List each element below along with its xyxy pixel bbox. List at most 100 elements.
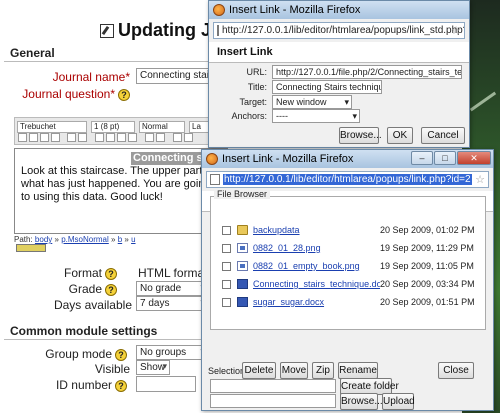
indent-icon[interactable] [128, 133, 137, 142]
file-row[interactable]: Connecting_stairs_technique.docx 20 Sep … [222, 277, 475, 291]
png-icon [237, 261, 248, 271]
window-title: Insert Link - Mozilla Firefox [222, 153, 354, 165]
font-select[interactable]: Trebuchet [17, 121, 87, 133]
file-name[interactable]: 0882_01_28.png [253, 243, 380, 253]
unordered-list-icon[interactable] [106, 133, 115, 142]
file-date: 20 Sep 2009, 03:34 PM [380, 279, 475, 289]
file-checkbox[interactable] [222, 225, 231, 235]
rename-button[interactable]: Rename [338, 362, 378, 379]
grade-label-text: Grade [68, 282, 102, 296]
journal-question-label: Journal question*? [22, 87, 130, 101]
help-icon[interactable]: ? [105, 267, 117, 280]
zip-button[interactable]: Zip [312, 362, 334, 379]
rtl-icon[interactable] [78, 133, 87, 142]
days-available-select[interactable]: 7 days [136, 296, 208, 311]
path-item[interactable]: body [35, 235, 52, 244]
browse-button[interactable]: Browse... [339, 127, 382, 144]
hr-icon[interactable] [173, 133, 182, 142]
insert-link-window-std: Insert Link - Mozilla Firefox http://127… [208, 0, 470, 148]
id-number-input[interactable] [136, 376, 196, 392]
maximize-icon[interactable]: □ [434, 151, 456, 165]
file-browser-legend: File Browser [214, 189, 271, 199]
upload-file-input[interactable] [210, 394, 336, 408]
cancel-button[interactable]: Cancel [421, 127, 465, 144]
browse-button[interactable]: Browse... [340, 393, 383, 410]
help-icon[interactable]: ? [115, 379, 127, 392]
visible-select[interactable]: Show [136, 360, 170, 375]
page-icon [217, 25, 219, 36]
grade-select[interactable]: No grade [136, 281, 208, 296]
format-label: Format? [64, 266, 117, 280]
window-titlebar[interactable]: Insert Link - Mozilla Firefox – □ ✕ [202, 150, 493, 168]
align-center-icon[interactable] [29, 133, 38, 142]
close-icon[interactable]: ✕ [457, 151, 491, 165]
editor-help-icons[interactable] [16, 244, 46, 252]
anchors-label: Anchors: [231, 111, 267, 121]
target-select[interactable]: New window [272, 95, 352, 109]
ok-button[interactable]: OK [387, 127, 413, 144]
group-mode-select[interactable]: No groups [136, 345, 208, 360]
anchors-select[interactable]: ---- [272, 109, 360, 123]
close-button[interactable]: Close [438, 362, 474, 379]
address-bar[interactable]: http://127.0.0.1/lib/editor/htmlarea/pop… [213, 22, 465, 39]
common-divider [4, 339, 214, 340]
help-icon[interactable]: ? [115, 348, 127, 361]
file-date: 19 Sep 2009, 11:29 PM [380, 243, 474, 253]
ordered-list-icon[interactable] [95, 133, 104, 142]
path-item[interactable]: u [131, 235, 135, 244]
id-number-label: ID number? [56, 378, 127, 392]
title-field[interactable]: Connecting Stairs technique [272, 80, 382, 94]
path-sep: » [111, 235, 116, 244]
file-name[interactable]: 0882_01_empty_book.png [253, 261, 380, 271]
address-bar[interactable]: http://127.0.0.1/lib/editor/htmlarea/pop… [206, 171, 489, 188]
minimize-icon[interactable]: – [411, 151, 433, 165]
file-name[interactable]: backupdata [253, 225, 380, 235]
align-left-icon[interactable] [18, 133, 27, 142]
size-select[interactable]: 1 (8 pt) [91, 121, 135, 133]
file-name[interactable]: sugar_sugar.docx [253, 297, 380, 307]
docx-icon [237, 297, 248, 307]
anchor-icon[interactable] [184, 133, 193, 142]
title-label: Title: [247, 82, 267, 92]
file-row[interactable]: 0882_01_28.png 19 Sep 2009, 11:29 PM [222, 241, 474, 255]
bg-color-icon[interactable] [156, 133, 165, 142]
style-select[interactable]: Normal [139, 121, 185, 133]
path-sep: » [54, 235, 59, 244]
text-color-icon[interactable] [145, 133, 154, 142]
id-number-label-text: ID number [55, 378, 112, 392]
star-icon[interactable]: ☆ [451, 24, 461, 37]
path-prefix: Path: [14, 235, 33, 244]
path-item[interactable]: p.MsoNormal [61, 235, 109, 244]
editor-path-bar: Path: body » p.MsoNormal » b » u [14, 235, 136, 244]
help-icon[interactable]: ? [118, 88, 130, 101]
file-checkbox[interactable] [222, 243, 231, 253]
file-checkbox[interactable] [222, 261, 231, 271]
star-icon[interactable]: ☆ [475, 173, 485, 186]
editor-toolbar: Trebuchet 1 (8 pt) Normal La [14, 117, 228, 145]
align-right-icon[interactable] [40, 133, 49, 142]
selected-text: Connecting s [131, 152, 205, 165]
delete-button[interactable]: Delete [242, 362, 276, 379]
outdent-icon[interactable] [117, 133, 126, 142]
days-available-label: Days available [53, 298, 132, 312]
new-folder-input[interactable] [210, 379, 336, 393]
window-titlebar[interactable]: Insert Link - Mozilla Firefox [209, 1, 469, 19]
url-field[interactable]: http://127.0.0.1/file.php/2/Connecting_s… [272, 65, 462, 79]
file-row[interactable]: sugar_sugar.docx 20 Sep 2009, 01:51 PM [222, 295, 475, 309]
help-icon[interactable]: ? [105, 283, 117, 296]
folder-icon [237, 225, 248, 235]
upload-button[interactable]: Upload [382, 393, 415, 410]
file-name[interactable]: Connecting_stairs_technique.docx [253, 279, 380, 289]
ltr-icon[interactable] [67, 133, 76, 142]
justify-icon[interactable] [51, 133, 60, 142]
dialog-header: Insert Link [209, 42, 469, 63]
file-row[interactable]: 0882_01_empty_book.png 19 Sep 2009, 11:0… [222, 259, 474, 273]
path-item[interactable]: b [118, 235, 122, 244]
file-checkbox[interactable] [222, 279, 231, 289]
general-divider [4, 61, 214, 62]
file-row[interactable]: backupdata 20 Sep 2009, 01:02 PM [222, 223, 475, 237]
file-checkbox[interactable] [222, 297, 231, 307]
editor-area[interactable]: Connecting s Look at this staircase. The… [14, 148, 228, 234]
url-label: URL: [246, 67, 267, 77]
move-button[interactable]: Move [280, 362, 308, 379]
